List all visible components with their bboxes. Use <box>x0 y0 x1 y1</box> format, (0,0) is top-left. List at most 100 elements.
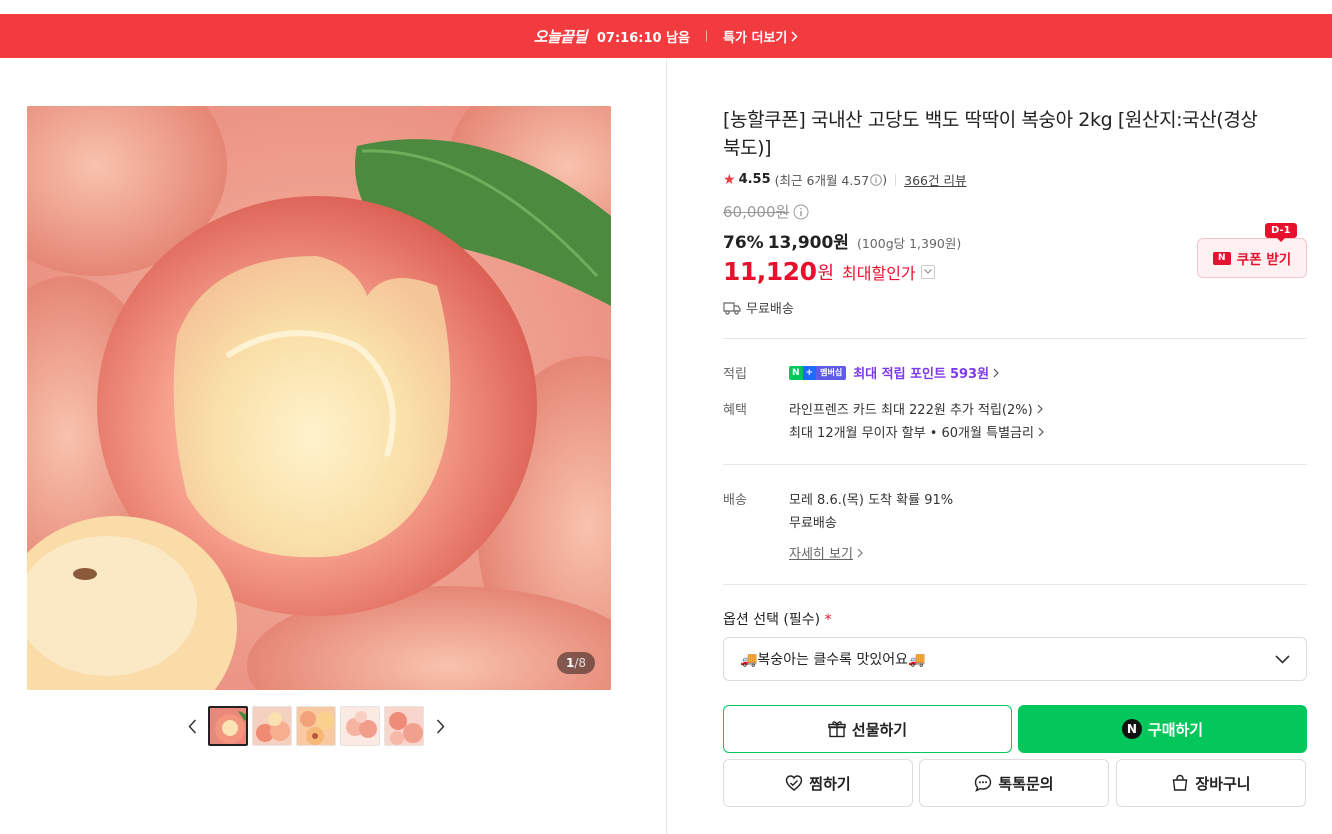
truck-icon <box>723 301 741 315</box>
free-shipping-label: 무료배송 <box>746 302 794 317</box>
deal-timer: 07:16:10 남음 <box>596 30 690 46</box>
banner-divider <box>706 30 707 42</box>
naver-n-icon: N <box>1212 251 1231 265</box>
delivery-arrival: 모레 8.6.(목) 도착 확률 91% <box>789 493 954 508</box>
delivery-detail-link[interactable]: 자세히 보기 <box>789 543 863 562</box>
thumbnail-image <box>385 707 423 745</box>
option-select[interactable]: 🚚복숭아는 클수록 맛있어요🚚 <box>723 637 1307 681</box>
shipping-info: 무료배송 <box>723 298 1307 317</box>
recent-rating-close: ) <box>882 172 888 187</box>
rating-row: ★ 4.55 (최근 6개월 4.57 ) 366건 리뷰 <box>723 170 1307 189</box>
max-discount-toggle[interactable] <box>920 264 935 279</box>
deal-brand-logo: 오늘끝딜 <box>533 27 588 46</box>
chevron-right-icon <box>1038 427 1044 436</box>
chevron-left-icon <box>187 718 196 734</box>
delivery-detail-label: 자세히 보기 <box>789 547 853 562</box>
coupon-button[interactable]: N 쿠폰 받기 <box>1197 238 1307 278</box>
naver-plus-membership-badge: N + 멤버십 <box>789 365 847 380</box>
info-icon[interactable] <box>793 204 809 220</box>
shopping-bag-icon <box>1173 774 1188 791</box>
dday-badge: D-1 <box>1265 223 1297 242</box>
thumbnail-next-button[interactable] <box>428 706 452 746</box>
section-divider <box>723 338 1307 339</box>
rating-score: 4.55 <box>738 172 771 187</box>
thumbnail-image <box>253 707 291 745</box>
chevron-down-icon <box>1275 654 1290 664</box>
points-label: 적립 <box>723 367 747 382</box>
gift-button[interactable]: 선물하기 <box>723 705 1012 753</box>
section-divider <box>723 584 1307 585</box>
thumbnail-strip <box>180 706 452 746</box>
delivery-fee: 무료배송 <box>789 516 837 531</box>
naver-pay-icon: N <box>1121 719 1142 739</box>
more-deals-label: 특가 더보기 <box>723 30 788 46</box>
more-deals-link[interactable]: 특가 더보기 <box>723 27 798 46</box>
gift-icon <box>828 721 846 738</box>
benefit-label: 혜택 <box>723 403 747 418</box>
thumbnail-image <box>341 707 379 745</box>
chevron-right-icon <box>993 368 999 377</box>
benefit-card-row[interactable]: 라인프렌즈 카드 최대 222원 추가 적립(2%) <box>789 399 1043 418</box>
discount-rate: 76% <box>723 233 764 253</box>
max-discount-price: 11,120 <box>723 257 817 286</box>
buy-label: 구매하기 <box>1147 720 1204 739</box>
discount-price: 13,900원 <box>767 233 849 253</box>
option-selected-value: 🚚복숭아는 클수록 맛있어요🚚 <box>740 652 926 668</box>
benefit-installment-row[interactable]: 최대 12개월 무이자 할부 • 60개월 특별금리 <box>789 422 1044 441</box>
badge-n: N <box>789 365 803 380</box>
star-icon: ★ <box>723 171 736 188</box>
badge-membership: 멤버십 <box>816 365 847 380</box>
wish-label: 찜하기 <box>809 774 851 793</box>
heart-icon <box>786 775 803 791</box>
section-divider <box>723 464 1307 465</box>
points-row[interactable]: N + 멤버십 최대 적립 포인트 593원 <box>789 363 999 382</box>
unit-price: (100g당 1,390원) <box>856 236 962 251</box>
chat-bubble-icon <box>975 774 992 792</box>
info-icon[interactable] <box>870 173 883 186</box>
thumbnail-image <box>297 707 335 745</box>
image-counter: 1/8 <box>556 652 595 674</box>
wish-button[interactable]: 찜하기 <box>723 759 913 807</box>
gift-label: 선물하기 <box>851 720 908 739</box>
option-label-text: 옵션 선택 (필수) <box>723 612 821 628</box>
cart-button[interactable]: 장바구니 <box>1116 759 1306 807</box>
talk-inquiry-label: 톡톡문의 <box>998 774 1054 793</box>
thumbnail-2[interactable] <box>252 706 292 746</box>
thumbnail-5[interactable] <box>384 706 424 746</box>
coupon-label: 쿠폰 받기 <box>1236 252 1292 268</box>
max-points-value: 593원 <box>949 367 990 382</box>
rating-divider <box>895 173 897 186</box>
product-title: [농할쿠폰] 국내산 고당도 백도 딱딱이 복숭아 2kg [원산지:국산(경상… <box>723 109 1258 159</box>
column-divider <box>666 58 667 834</box>
option-label: 옵션 선택 (필수) * <box>723 609 832 629</box>
max-discount-won: 원 <box>817 262 835 284</box>
benefit-card-text: 라인프렌즈 카드 최대 222원 추가 적립(2%) <box>789 403 1033 418</box>
badge-plus: + <box>802 365 817 380</box>
original-price-value: 60,000원 <box>723 203 790 221</box>
buy-button[interactable]: N 구매하기 <box>1018 705 1307 753</box>
delivery-label: 배송 <box>723 493 747 508</box>
chevron-right-icon <box>791 30 798 42</box>
original-price: 60,000원 <box>723 201 1307 222</box>
chevron-right-icon <box>436 718 445 734</box>
peach-photo <box>27 106 611 690</box>
thumbnail-1[interactable] <box>208 706 248 746</box>
thumbnail-image <box>210 708 246 744</box>
chevron-right-icon <box>1037 404 1043 413</box>
thumbnail-3[interactable] <box>296 706 336 746</box>
image-counter-total: /8 <box>574 656 586 670</box>
chevron-down-icon <box>923 269 932 274</box>
product-main-image[interactable]: 1/8 <box>27 106 611 690</box>
deal-banner: 오늘끝딜 07:16:10 남음 특가 더보기 <box>0 14 1332 58</box>
product-info: [농할쿠폰] 국내산 고당도 백도 딱딱이 복숭아 2kg [원산지:국산(경상… <box>723 106 1307 317</box>
required-mark: * <box>824 612 832 628</box>
talk-inquiry-button[interactable]: 톡톡문의 <box>919 759 1109 807</box>
recent-rating: (최근 6개월 4.57 <box>774 173 870 188</box>
thumbnail-prev-button[interactable] <box>180 706 204 746</box>
cart-label: 장바구니 <box>1195 774 1251 793</box>
chevron-right-icon <box>857 548 863 557</box>
thumbnail-4[interactable] <box>340 706 380 746</box>
max-points-text: 최대 적립 포인트 <box>853 367 946 382</box>
benefit-installment-text: 최대 12개월 무이자 할부 • 60개월 특별금리 <box>789 426 1034 441</box>
review-count-link[interactable]: 366건 리뷰 <box>904 170 966 189</box>
